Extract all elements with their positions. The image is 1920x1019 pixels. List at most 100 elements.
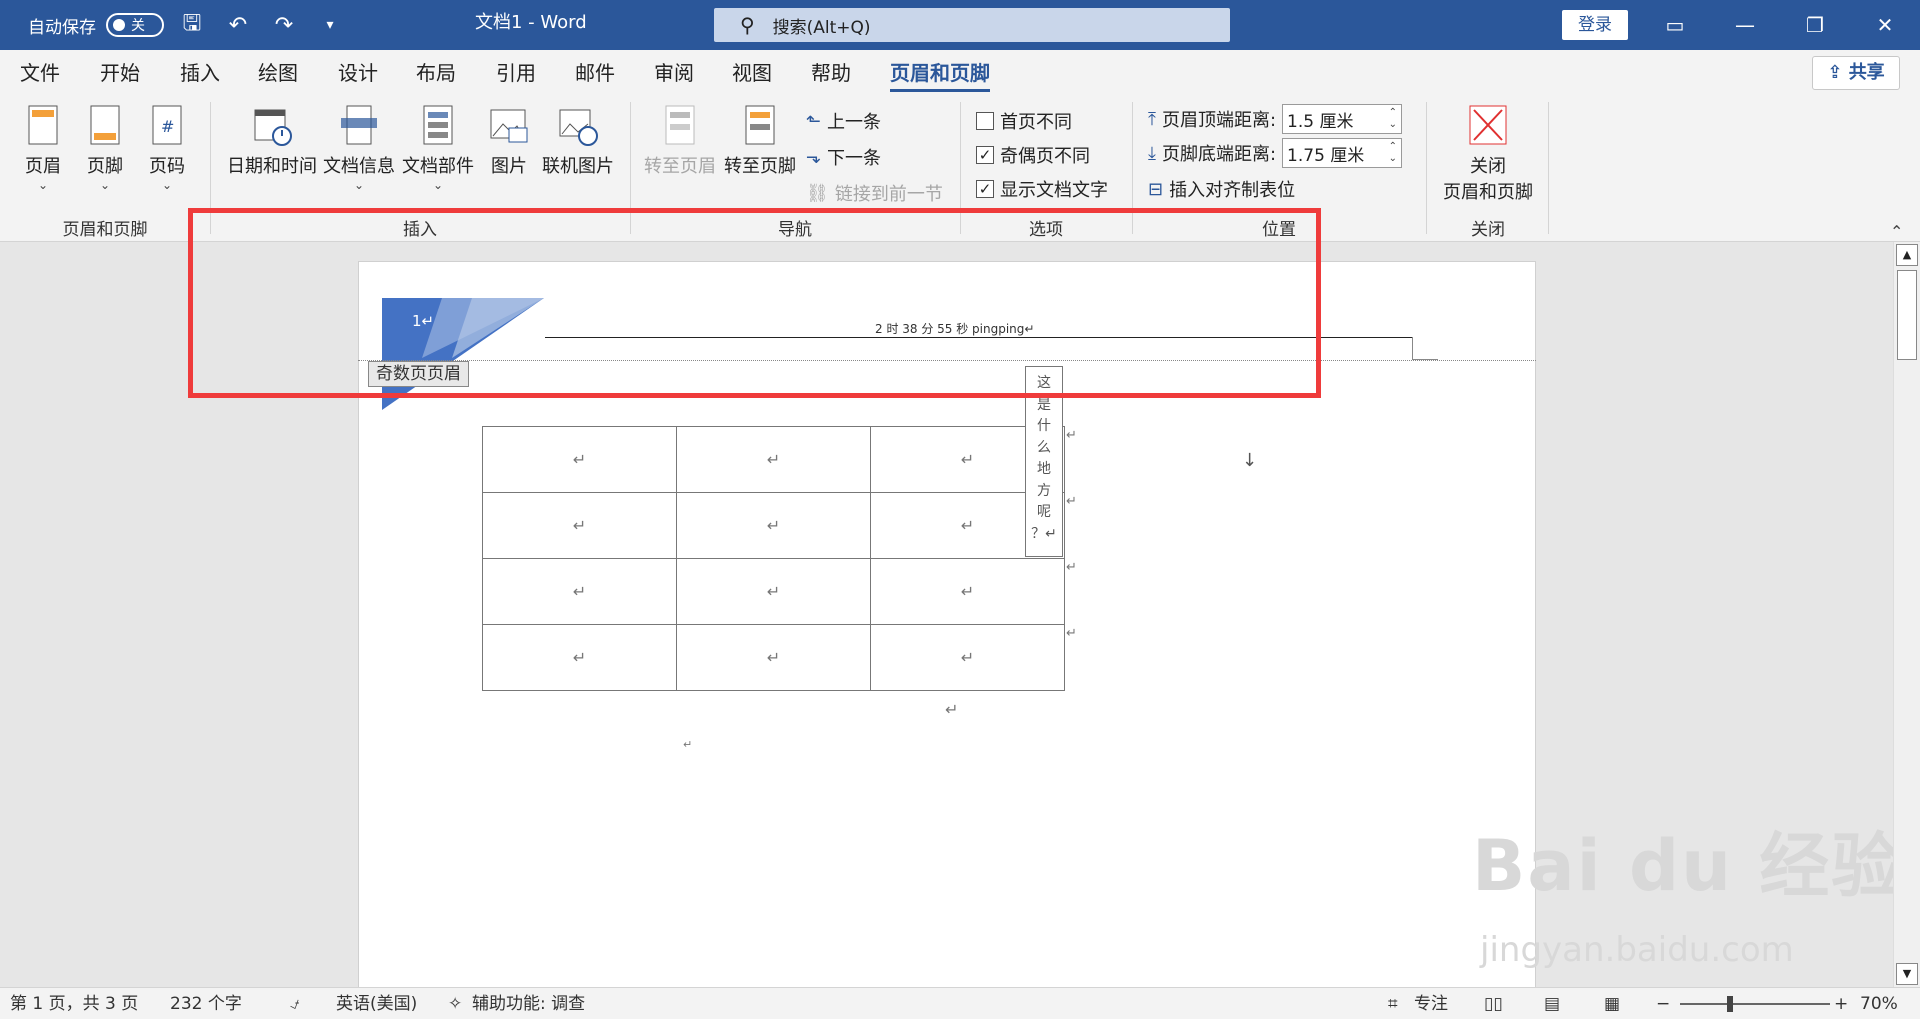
vertical-scrollbar[interactable]: ▲ ▼ [1893, 242, 1920, 987]
proofing-icon[interactable]: ⍻ [290, 988, 299, 1019]
tab-help[interactable]: 帮助 [811, 50, 851, 96]
document-title: 文档1 - Word [475, 12, 587, 33]
tab-view[interactable]: 视图 [732, 50, 772, 96]
document-table: ↵ ↵ ↵ ↵ ↵ ↵ ↵ ↵ ↵ ↵ ↵ ↵ [482, 426, 1065, 691]
zoom-percent[interactable]: 70% [1860, 988, 1898, 1019]
link-previous-label: 链接到前一节 [834, 184, 943, 205]
previous-button[interactable]: ⬑ 上一条 [806, 108, 881, 134]
table-cell[interactable]: ↵ [482, 558, 677, 625]
table-row: ↵ ↵ ↵ [482, 624, 1065, 691]
tab-insert[interactable]: 插入 [180, 50, 220, 96]
close-header-footer-button[interactable]: 关闭 页眉和页脚 [1436, 104, 1540, 204]
footer-bottom-input[interactable]: 1.75 厘米 ⌃ ⌄ [1282, 138, 1403, 168]
header-button[interactable]: 页眉 ⌄ [20, 104, 66, 192]
show-document-text-checkbox[interactable]: ✓ 显示文档文字 [976, 176, 1108, 202]
word-count[interactable]: 232 个字 [170, 988, 242, 1019]
chevron-down-icon: ⌄ [37, 178, 49, 192]
insert-alignment-tab-button[interactable]: ⊟ 插入对齐制表位 [1148, 176, 1295, 202]
customize-toolbar-icon[interactable]: ▾ [312, 17, 348, 33]
table-cell[interactable]: ↵ [482, 624, 677, 691]
table-cell[interactable]: ↵ [676, 426, 871, 493]
scroll-up-icon[interactable]: ▲ [1896, 244, 1918, 266]
quickparts-icon [418, 104, 458, 148]
search-input[interactable]: ⚲ 搜索(Alt+Q) [714, 8, 1230, 42]
quickparts-button[interactable]: 文档部件 ⌄ [400, 104, 476, 192]
table-row: ↵ ↵ ↵ [482, 492, 1065, 559]
footer-bottom-icon: ⤓ [1148, 142, 1156, 164]
page-number-icon: # [147, 104, 187, 148]
header-top-input[interactable]: 1.5 厘米 ⌃ ⌄ [1282, 104, 1403, 134]
header-label: 页眉 [25, 156, 61, 177]
autosave-toggle[interactable]: 关 [106, 13, 164, 37]
table-cell[interactable]: ↵ [676, 624, 871, 691]
table-cell[interactable]: ↵ [870, 624, 1065, 691]
alignment-tab-icon: ⊟ [1148, 178, 1164, 200]
print-layout-icon[interactable]: ▤ [1544, 988, 1560, 1019]
tab-review[interactable]: 审阅 [654, 50, 694, 96]
spin-arrows-icon[interactable]: ⌃ ⌄ [1389, 141, 1397, 165]
ribbon-display-icon[interactable]: ▭ [1640, 0, 1710, 50]
close-label-line1: 关闭 [1470, 156, 1506, 177]
footer-button[interactable]: 页脚 ⌄ [82, 104, 128, 192]
tab-layout[interactable]: 布局 [416, 50, 456, 96]
table-cell[interactable]: ↵ [482, 426, 677, 493]
zoom-slider-thumb[interactable] [1727, 996, 1733, 1012]
scroll-down-icon[interactable]: ▼ [1896, 963, 1918, 985]
tab-file[interactable]: 文件 [20, 50, 60, 96]
page-number-button[interactable]: # 页码 ⌄ [144, 104, 190, 192]
picture-button[interactable]: 图片 [484, 104, 534, 178]
quickparts-label: 文档部件 [402, 156, 474, 177]
login-button[interactable]: 登录 [1562, 10, 1628, 40]
web-layout-icon[interactable]: ▦ [1604, 988, 1620, 1019]
read-mode-icon[interactable]: ▯▯ [1484, 988, 1503, 1019]
different-odd-even-checkbox[interactable]: ✓ 奇偶页不同 [976, 142, 1090, 168]
zoom-out-icon[interactable]: − [1656, 988, 1670, 1019]
cursor-arrow-icon: ↓ [1242, 450, 1258, 471]
show-document-text-label: 显示文档文字 [1000, 180, 1108, 201]
next-button[interactable]: ⬎ 下一条 [806, 144, 881, 170]
table-cell[interactable]: ↵ [482, 492, 677, 559]
datetime-button[interactable]: 日期和时间 [224, 104, 320, 178]
table-cell[interactable]: ↵ [676, 558, 871, 625]
focus-icon[interactable]: ⌗ [1388, 988, 1398, 1019]
accessibility-status[interactable]: 辅助功能: 调查 [472, 988, 585, 1019]
different-first-page-label: 首页不同 [1000, 112, 1072, 133]
tab-home[interactable]: 开始 [100, 50, 140, 96]
tab-draw[interactable]: 绘图 [258, 50, 298, 96]
restore-icon[interactable]: ❐ [1780, 0, 1850, 50]
row-end-mark: ↵ [1066, 560, 1077, 575]
next-label: 下一条 [827, 148, 882, 169]
zoom-in-icon[interactable]: + [1834, 988, 1848, 1019]
table-cell[interactable]: ↵ [870, 558, 1065, 625]
language[interactable]: 英语(美国) [336, 988, 417, 1019]
page-info[interactable]: 第 1 页，共 3 页 [10, 988, 138, 1019]
tab-design[interactable]: 设计 [338, 50, 378, 96]
online-picture-button[interactable]: 联机图片 [540, 104, 616, 178]
link-previous-button[interactable]: ⛓ 链接到前一节 [806, 180, 943, 206]
row-end-mark: ↵ [1066, 428, 1077, 443]
minimize-icon[interactable]: — [1710, 0, 1780, 50]
autosave-state: 关 [131, 18, 145, 34]
docinfo-button[interactable]: 文档信息 ⌄ [320, 104, 398, 192]
header-top-value: 1.5 厘米 [1287, 111, 1354, 132]
zoom-slider[interactable] [1680, 996, 1830, 1012]
focus-label[interactable]: 专注 [1414, 988, 1448, 1019]
close-window-icon[interactable]: ✕ [1850, 0, 1920, 50]
undo-icon[interactable]: ↶ [220, 13, 256, 38]
save-icon[interactable]: 🖫 [174, 6, 210, 44]
accessibility-icon[interactable]: ✧ [448, 988, 462, 1019]
different-first-page-checkbox[interactable]: 首页不同 [976, 108, 1072, 134]
scroll-thumb[interactable] [1897, 270, 1917, 360]
tab-mailings[interactable]: 邮件 [575, 50, 615, 96]
tab-header-footer[interactable]: 页眉和页脚 [890, 50, 990, 96]
picture-label: 图片 [491, 156, 527, 177]
table-cell[interactable]: ↵ [676, 492, 871, 559]
redo-icon[interactable]: ↷ [266, 13, 302, 38]
share-button[interactable]: ⇪ 共享 [1812, 56, 1900, 90]
search-placeholder: 搜索(Alt+Q) [772, 17, 871, 38]
spin-arrows-icon[interactable]: ⌃ ⌄ [1389, 107, 1397, 131]
tab-references[interactable]: 引用 [496, 50, 536, 96]
collapse-ribbon-icon[interactable]: ⌃ [1890, 222, 1903, 241]
goto-footer-button[interactable]: 转至页脚 [722, 104, 798, 178]
goto-header-button[interactable]: 转至页眉 [642, 104, 718, 178]
